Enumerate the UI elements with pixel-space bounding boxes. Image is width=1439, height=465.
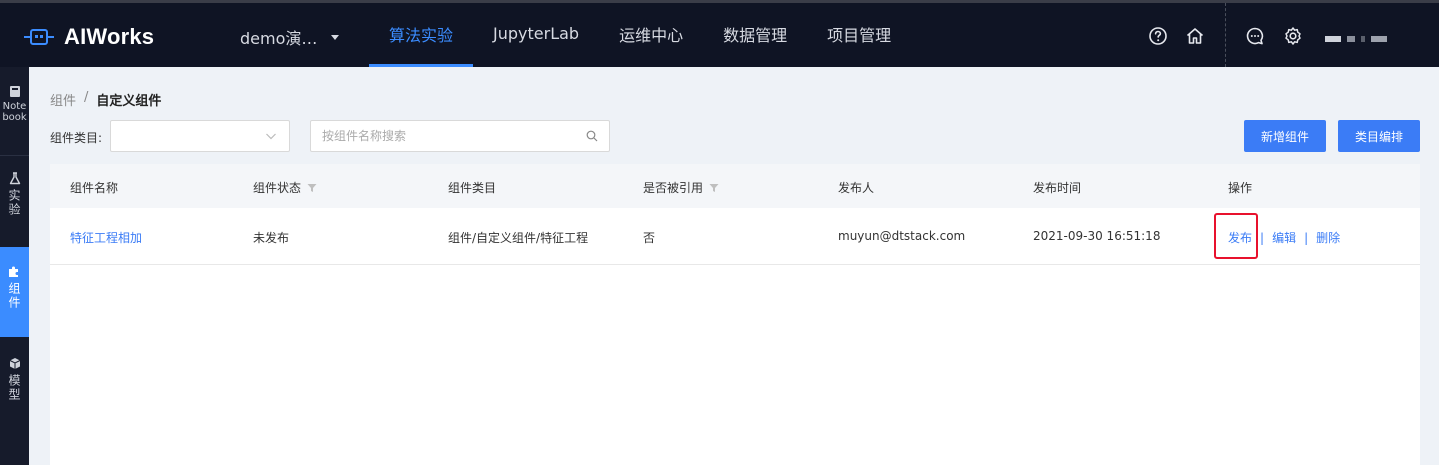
- user-avatar-placeholder[interactable]: [1325, 36, 1393, 44]
- column-header-category: 组件类目: [448, 181, 497, 195]
- left-sidebar: Note book 实验 组件 模型: [0, 67, 29, 465]
- sidebar-item-models[interactable]: 模型: [0, 357, 29, 417]
- column-header-name: 组件名称: [70, 181, 119, 195]
- column-header-publisher: 发布人: [838, 181, 875, 195]
- caret-down-icon: [331, 34, 340, 40]
- sidebar-item-label: 模型: [7, 374, 21, 402]
- category-select[interactable]: [110, 120, 290, 152]
- filter-icon[interactable]: [709, 183, 719, 193]
- action-separator: |: [1260, 230, 1265, 245]
- component-name-link[interactable]: 特征工程相加: [70, 229, 142, 246]
- components-table: 组件名称 组件状态 组件类目 是否被引用 发布人 发布时间 操作 特征工程相加 …: [50, 164, 1420, 465]
- nav-item-jupyterlab[interactable]: JupyterLab: [473, 3, 599, 67]
- filter-icon[interactable]: [307, 183, 317, 193]
- component-publisher: muyun@dtstack.com: [838, 229, 966, 243]
- nav-item-data-management[interactable]: 数据管理: [703, 3, 807, 67]
- flask-icon: [9, 172, 20, 185]
- sidebar-item-label: 组件: [7, 282, 21, 310]
- nav-item-operations[interactable]: 运维中心: [599, 3, 703, 67]
- chevron-down-icon: [266, 133, 276, 140]
- chat-icon[interactable]: [1244, 25, 1266, 47]
- sidebar-item-components[interactable]: 组件: [0, 247, 29, 337]
- project-selector[interactable]: demo演…: [240, 25, 340, 49]
- component-category: 组件/自定义组件/特征工程: [448, 231, 589, 245]
- table-row: 特征工程相加 未发布 组件/自定义组件/特征工程 否 muyun@dtstack…: [50, 208, 1420, 265]
- project-selector-label: demo演…: [240, 29, 318, 48]
- aiworks-logo-icon: [24, 25, 54, 49]
- chat-settings-group: [1244, 25, 1304, 47]
- component-status: 未发布: [253, 231, 290, 245]
- publish-highlight-box: [1214, 213, 1258, 259]
- cube-icon: [9, 358, 20, 369]
- add-component-button[interactable]: 新增组件: [1244, 120, 1326, 152]
- edit-action-link[interactable]: 编辑: [1272, 229, 1296, 246]
- delete-action-link[interactable]: 删除: [1316, 229, 1340, 246]
- breadcrumb-parent[interactable]: 组件: [50, 90, 76, 109]
- breadcrumb: 组件 / 自定义组件: [50, 90, 161, 109]
- home-icon[interactable]: [1184, 25, 1206, 47]
- column-header-publish-time: 发布时间: [1033, 181, 1082, 195]
- help-circle-icon[interactable]: [1147, 25, 1169, 47]
- topbar-divider: [1225, 3, 1226, 67]
- sidebar-divider: [0, 155, 29, 156]
- action-separator: |: [1304, 230, 1309, 245]
- sidebar-item-label: Note book: [2, 101, 27, 123]
- app-logo[interactable]: AIWorks: [24, 23, 154, 51]
- puzzle-icon: [9, 266, 18, 277]
- sidebar-item-experiments[interactable]: 实验: [0, 172, 29, 232]
- app-name: AIWorks: [64, 24, 155, 49]
- search-icon[interactable]: [586, 130, 598, 142]
- top-navigation-bar: AIWorks demo演… 算法实验 JupyterLab 运维中心 数据管理…: [0, 0, 1439, 67]
- nav-item-project-management[interactable]: 项目管理: [807, 3, 911, 67]
- nav-item-experiments[interactable]: 算法实验: [369, 3, 474, 67]
- component-search: [310, 120, 610, 152]
- edit-category-button[interactable]: 类目编排: [1338, 120, 1420, 152]
- column-header-status: 组件状态: [253, 179, 317, 196]
- settings-gear-icon[interactable]: [1282, 25, 1304, 47]
- sidebar-item-label: 实验: [7, 189, 21, 217]
- sidebar-item-notebook[interactable]: Note book: [0, 85, 29, 155]
- main-nav: 算法实验 JupyterLab 运维中心 数据管理 项目管理: [369, 3, 911, 67]
- breadcrumb-current: 自定义组件: [96, 94, 162, 109]
- notebook-icon: [9, 86, 20, 97]
- component-referenced: 否: [643, 231, 656, 245]
- column-header-actions: 操作: [1228, 181, 1253, 195]
- component-publish-time: 2021-09-30 16:51:18: [1033, 229, 1161, 243]
- search-input[interactable]: [311, 121, 571, 151]
- main-content: 组件 / 自定义组件 组件类目: 新增组件 类目编排 组件名称 组件状态 组件类…: [29, 67, 1439, 465]
- breadcrumb-separator: /: [84, 90, 89, 105]
- category-filter-label: 组件类目:: [50, 131, 103, 145]
- help-home-group: [1147, 25, 1206, 47]
- column-header-referenced: 是否被引用: [643, 179, 719, 196]
- table-header: 组件名称 组件状态 组件类目 是否被引用 发布人 发布时间 操作: [50, 164, 1420, 208]
